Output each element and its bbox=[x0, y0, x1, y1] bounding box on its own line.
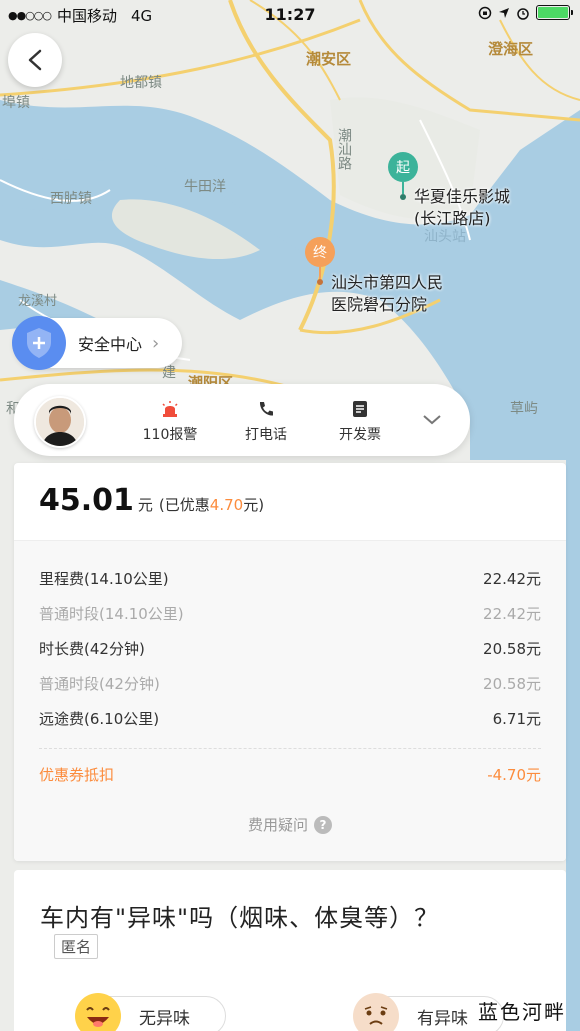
fee-details: 里程费(14.10公里) 22.42元 普通时段(14.10公里) 22.42元… bbox=[14, 541, 566, 861]
map-label: 埠镇 bbox=[2, 95, 30, 111]
fee-item-amount: 22.42元 bbox=[483, 570, 541, 588]
alarm-clock-icon bbox=[517, 7, 529, 20]
fee-item-name: 远途费(6.10公里) bbox=[39, 710, 160, 728]
map-label: 地都镇 bbox=[120, 75, 162, 91]
fee-item-name: 里程费(14.10公里) bbox=[39, 570, 169, 588]
fee-row: 远途费(6.10公里) 6.71元 bbox=[39, 701, 541, 736]
map-label: 草屿 bbox=[510, 401, 538, 417]
driver-avatar[interactable] bbox=[34, 396, 86, 448]
call-police-label: 110报警 bbox=[142, 427, 198, 443]
fee-total: 45.01 bbox=[39, 483, 134, 518]
start-location-name: 华夏佳乐影城 bbox=[414, 187, 511, 206]
call-driver-label: 打电话 bbox=[245, 427, 287, 443]
fee-item-amount: 22.42元 bbox=[483, 605, 541, 623]
coupon-row: 优惠券抵扣 -4.70元 bbox=[39, 757, 541, 792]
call-police-button[interactable]: 110报警 bbox=[130, 398, 210, 444]
fee-item-amount: 20.58元 bbox=[483, 640, 541, 658]
coupon-name: 优惠券抵扣 bbox=[39, 766, 115, 784]
driver-panel: 110报警 打电话 开发票 bbox=[14, 384, 470, 456]
map-label: 潮安区 bbox=[306, 50, 352, 68]
orientation-lock-icon bbox=[478, 6, 492, 19]
has-odor-label: 有异味 bbox=[417, 1008, 468, 1029]
fee-row: 时长费(42分钟) 20.58元 bbox=[39, 631, 541, 666]
map-label: 澄海区 bbox=[488, 40, 534, 58]
no-odor-label: 无异味 bbox=[139, 1008, 190, 1029]
end-location-label: 汕头市第四人民 医院礐石分院 bbox=[331, 272, 443, 316]
fee-item-name: 时长费(42分钟) bbox=[39, 640, 145, 658]
end-location-branch: 医院礐石分院 bbox=[331, 295, 428, 314]
fee-item-amount: 6.71元 bbox=[492, 710, 541, 728]
start-pin-badge: 起 bbox=[388, 152, 418, 182]
map-label: 西胪镇 bbox=[50, 191, 92, 207]
safety-center-button[interactable]: 安全中心 › bbox=[12, 316, 182, 370]
anonymous-badge: 匿名 bbox=[54, 934, 99, 959]
invoice-label: 开发票 bbox=[339, 427, 381, 443]
alarm-icon bbox=[162, 401, 178, 417]
chevron-down-icon bbox=[423, 415, 441, 425]
fee-item-amount: 20.58元 bbox=[483, 675, 541, 693]
invoice-icon bbox=[353, 401, 367, 417]
end-pin-badge: 终 bbox=[305, 237, 335, 267]
fee-question-link[interactable]: 费用疑问 ? bbox=[39, 814, 541, 835]
battery-icon bbox=[536, 5, 573, 20]
fee-item-name: 普通时段(42分钟) bbox=[39, 675, 160, 693]
fee-card: 45.01 元 (已优惠4.70元) 里程费(14.10公里) 22.42元 普… bbox=[14, 463, 566, 861]
start-location-label: 华夏佳乐影城 (长江路店) bbox=[414, 186, 510, 230]
map-label: 龙溪村 bbox=[18, 294, 58, 309]
discount-amount: 4.70 bbox=[209, 496, 244, 514]
chevron-left-icon bbox=[28, 49, 42, 71]
safety-center-label: 安全中心 bbox=[78, 335, 143, 354]
fee-summary: 45.01 元 (已优惠4.70元) bbox=[14, 463, 566, 541]
fee-item-name: 普通时段(14.10公里) bbox=[39, 605, 184, 623]
happy-face-icon bbox=[75, 993, 121, 1031]
survey-question: 车内有"异味"吗（烟味、体臭等）？ bbox=[40, 904, 440, 932]
map-label: 牛田洋 bbox=[184, 179, 226, 195]
sad-face-icon bbox=[353, 993, 399, 1031]
question-mark-icon: ? bbox=[314, 815, 332, 834]
fee-row: 普通时段(42分钟) 20.58元 bbox=[39, 666, 541, 701]
fee-unit: 元 bbox=[137, 496, 153, 514]
fee-discount: (已优惠4.70元) bbox=[158, 496, 265, 514]
invoice-button[interactable]: 开发票 bbox=[320, 398, 400, 444]
fee-question-label: 费用疑问 bbox=[247, 816, 308, 834]
coupon-amount: -4.70元 bbox=[487, 766, 541, 784]
chevron-right-icon: › bbox=[152, 332, 160, 354]
shield-icon bbox=[12, 316, 66, 370]
fee-row: 里程费(14.10公里) 22.42元 bbox=[39, 561, 541, 596]
end-location-name: 汕头市第四人民 bbox=[331, 273, 444, 292]
start-location-branch: (长江路店) bbox=[414, 209, 491, 228]
no-odor-button[interactable]: 无异味 bbox=[75, 993, 226, 1031]
call-driver-button[interactable]: 打电话 bbox=[226, 398, 306, 444]
status-bar: ●●○○○ 中国移动 4G 11:27 bbox=[0, 0, 580, 30]
fee-row: 普通时段(14.10公里) 22.42元 bbox=[39, 596, 541, 631]
map-label: 潮汕路 bbox=[336, 128, 352, 170]
location-icon bbox=[499, 7, 509, 18]
back-button[interactable] bbox=[8, 33, 62, 87]
phone-icon bbox=[259, 402, 273, 416]
expand-button[interactable] bbox=[420, 408, 444, 432]
watermark: 蓝色河畔 bbox=[478, 1000, 566, 1024]
divider bbox=[39, 748, 541, 749]
